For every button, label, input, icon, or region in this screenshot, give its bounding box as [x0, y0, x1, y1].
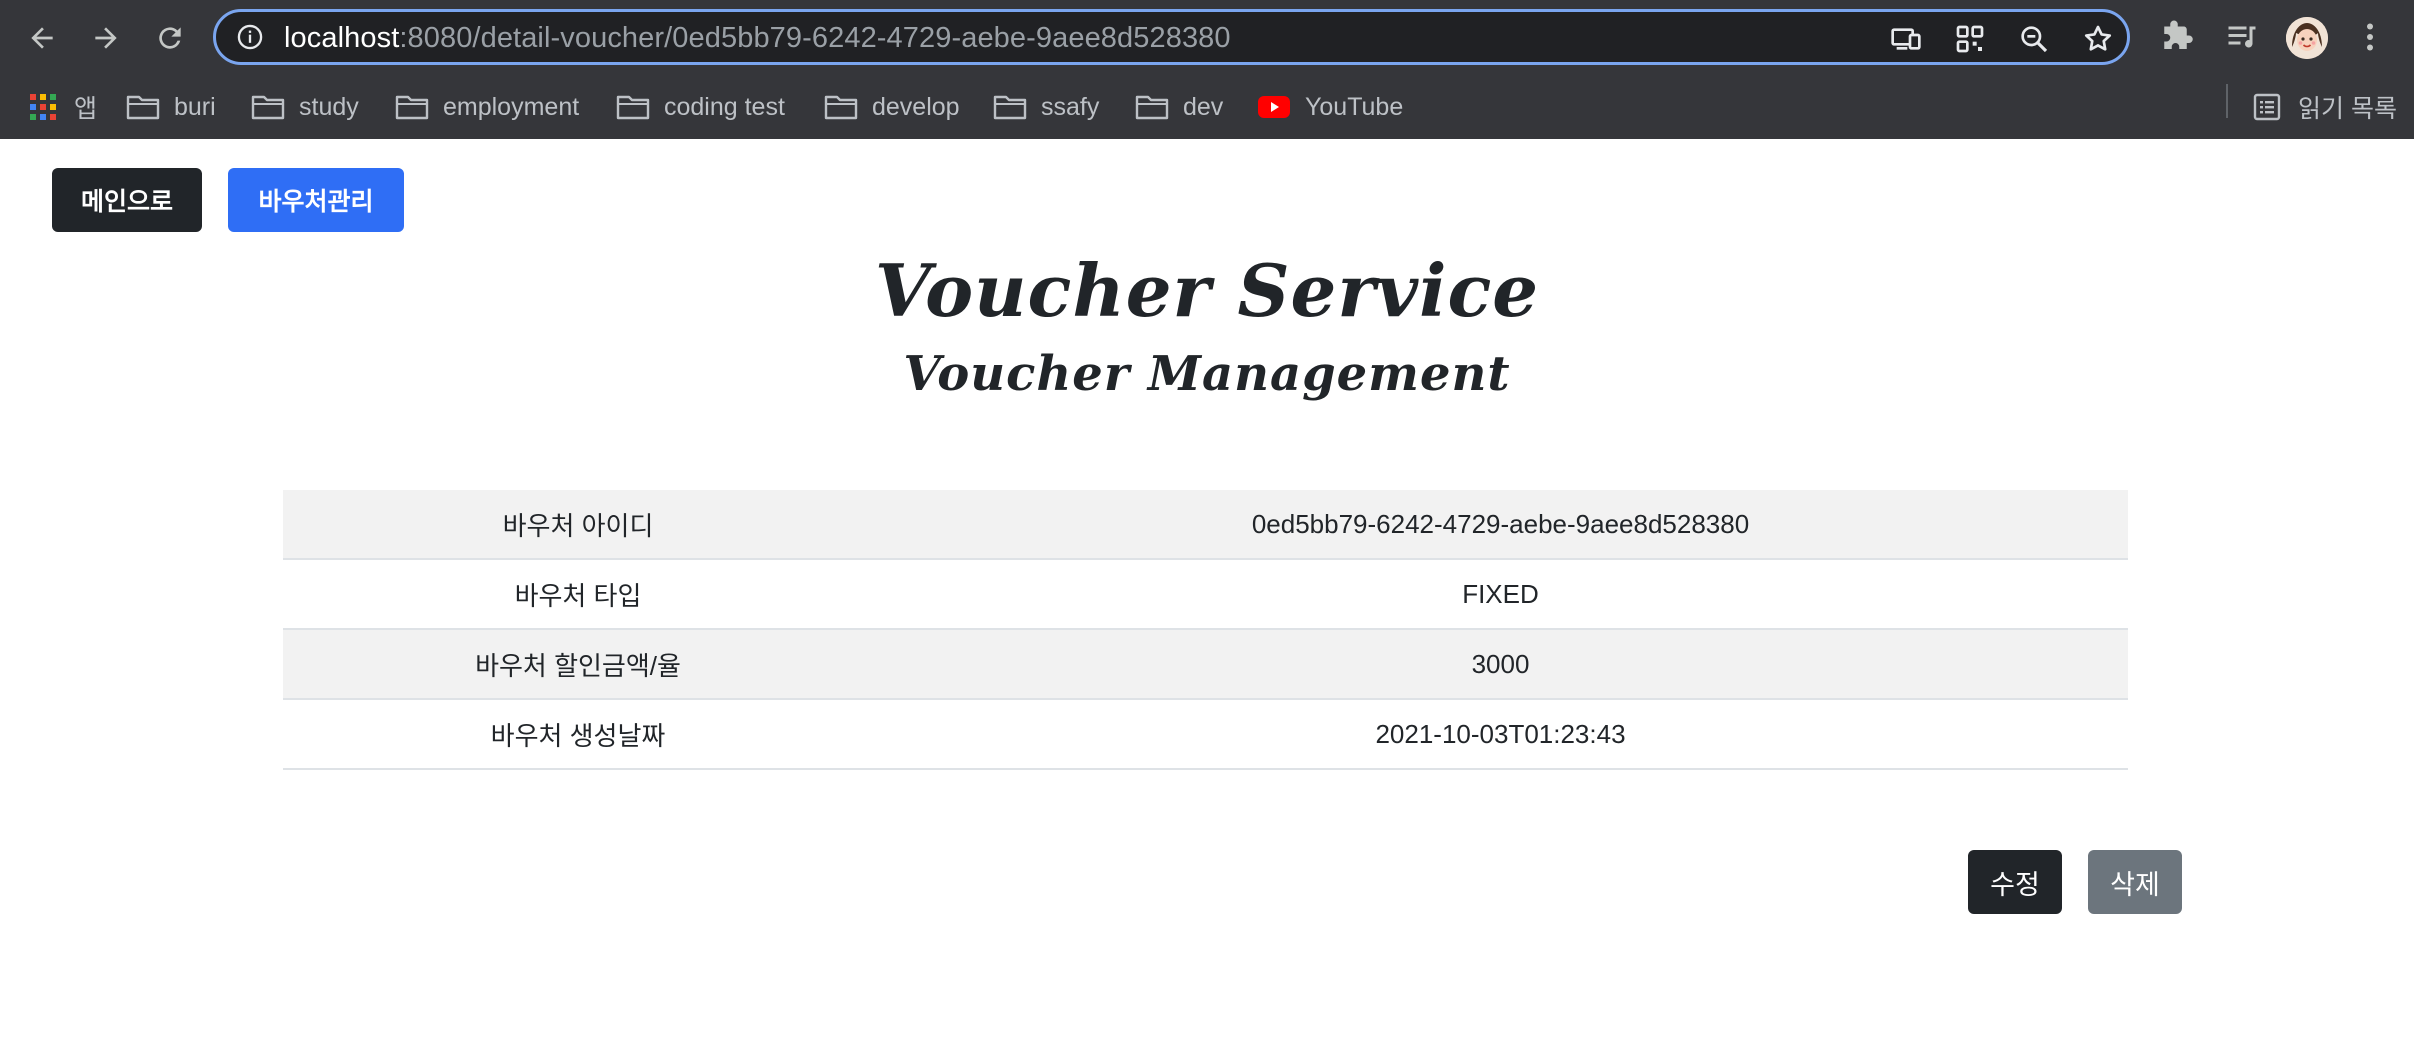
bookmark-youtube[interactable]: YouTube — [1257, 86, 1403, 128]
folder-icon — [251, 95, 285, 120]
bookmark-label: 앱 — [74, 95, 98, 123]
table-row: 바우처 할인금액/율 3000 — [283, 629, 2128, 700]
row-value: FIXED — [873, 559, 2128, 630]
delete-button[interactable]: 삭제 — [2088, 850, 2182, 914]
bookmark-apps[interactable]: 앱 — [26, 86, 97, 128]
folder-icon — [824, 95, 858, 120]
bookmark-label: study — [299, 92, 359, 121]
url-host: localhost — [284, 22, 400, 54]
bookmark-label: YouTube — [1305, 92, 1404, 121]
youtube-icon — [1258, 96, 1290, 118]
row-value: 0ed5bb79-6242-4729-aebe-9aee8d528380 — [873, 490, 2128, 560]
bookmarks-bar: 앱 buri study employment coding test deve… — [0, 76, 2414, 139]
row-value: 2021-10-03T01:23:43 — [873, 699, 2128, 770]
browser-toolbar: localhost:8080/detail-voucher/0ed5bb79-6… — [0, 0, 2414, 76]
row-key: 바우처 할인금액/율 — [283, 629, 873, 700]
url-path: :8080/detail-voucher/0ed5bb79-6242-4729-… — [399, 22, 1231, 54]
bookmark-label: develop — [872, 92, 960, 121]
arrow-left-icon — [31, 27, 53, 49]
extensions-puzzle-icon[interactable] — [2159, 19, 2195, 55]
folder-icon — [1135, 95, 1169, 120]
reading-list-label: 읽기 목록 — [2298, 95, 2397, 123]
bookmark-ssafy[interactable]: ssafy — [993, 86, 1099, 128]
folder-icon — [993, 95, 1027, 120]
media-queue-icon[interactable] — [2224, 19, 2260, 55]
reading-list-button[interactable]: 읽기 목록 — [2250, 86, 2397, 128]
forward-button[interactable] — [82, 14, 130, 62]
table-row: 바우처 타입 FIXED — [283, 559, 2128, 630]
bookmark-label: buri — [174, 92, 216, 121]
bookmark-develop[interactable]: develop — [824, 86, 960, 128]
bookmark-label: coding test — [664, 92, 785, 121]
bookmarks-divider — [2226, 84, 2228, 118]
folder-icon — [395, 95, 429, 120]
bookmark-buri[interactable]: buri — [126, 86, 216, 128]
folder-icon — [616, 95, 650, 120]
bookmark-dev[interactable]: dev — [1135, 86, 1223, 128]
bookmark-employment[interactable]: employment — [395, 86, 579, 128]
row-key: 바우처 생성날짜 — [283, 699, 873, 770]
bookmark-label: dev — [1183, 92, 1224, 121]
bookmark-label: ssafy — [1041, 92, 1100, 121]
page-subtitle: Voucher Management — [903, 346, 1511, 402]
profile-avatar[interactable] — [2286, 17, 2328, 59]
voucher-detail-table: 바우처 아이디 0ed5bb79-6242-4729-aebe-9aee8d52… — [283, 490, 2128, 770]
reading-list-icon — [2253, 93, 2281, 121]
zoom-icon[interactable] — [2018, 23, 2050, 55]
apps-grid-icon — [30, 94, 56, 120]
main-page-button[interactable]: 메인으로 — [52, 168, 202, 232]
bookmark-star-icon[interactable] — [2082, 23, 2114, 55]
url-text: localhost:8080/detail-voucher/0ed5bb79-6… — [284, 22, 1231, 55]
address-bar[interactable]: localhost:8080/detail-voucher/0ed5bb79-6… — [213, 9, 2130, 65]
row-key: 바우처 타입 — [283, 559, 873, 630]
bookmark-coding-test[interactable]: coding test — [616, 86, 785, 128]
more-menu-icon[interactable] — [2352, 19, 2388, 55]
back-button[interactable] — [18, 14, 66, 62]
reload-icon — [159, 27, 181, 49]
bookmark-study[interactable]: study — [251, 86, 359, 128]
table-row: 바우처 생성날짜 2021-10-03T01:23:43 — [283, 699, 2128, 770]
row-key: 바우처 아이디 — [283, 490, 873, 560]
table-row: 바우처 아이디 0ed5bb79-6242-4729-aebe-9aee8d52… — [283, 490, 2128, 560]
row-value: 3000 — [873, 629, 2128, 700]
voucher-management-button[interactable]: 바우처관리 — [228, 168, 404, 232]
page-title: Voucher Service — [874, 248, 1540, 333]
qr-code-icon[interactable] — [1954, 23, 1986, 55]
info-icon[interactable] — [236, 23, 264, 51]
edit-button[interactable]: 수정 — [1968, 850, 2062, 914]
bookmark-label: employment — [443, 92, 580, 121]
reload-button[interactable] — [146, 14, 194, 62]
arrow-right-icon — [95, 27, 117, 49]
folder-icon — [126, 95, 160, 120]
cast-device-icon[interactable] — [1890, 23, 1922, 55]
browser-chrome: localhost:8080/detail-voucher/0ed5bb79-6… — [0, 0, 2414, 139]
